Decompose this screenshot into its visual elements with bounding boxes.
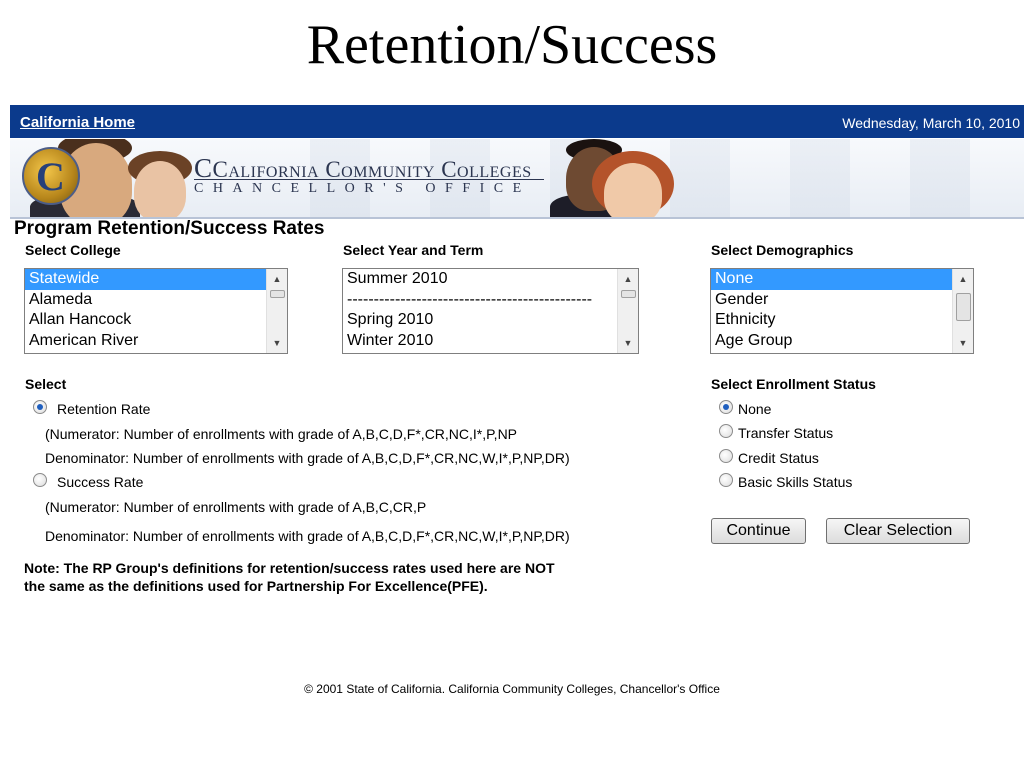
note-line: Note: The RP Group's definitions for ret… bbox=[24, 560, 555, 576]
enrollment-status-label: Select Enrollment Status bbox=[711, 376, 876, 392]
scroll-down-arrow-icon[interactable]: ▼ bbox=[953, 335, 973, 351]
banner-photo-person bbox=[604, 163, 662, 217]
enrollment-none-label: None bbox=[738, 401, 772, 417]
california-home-link[interactable]: California Home bbox=[20, 114, 135, 131]
top-bar: California Home Wednesday, March 10, 201… bbox=[10, 105, 1024, 138]
listbox-option[interactable]: Age Group bbox=[711, 331, 973, 352]
retention-denominator-text: Denominator: Number of enrollments with … bbox=[45, 450, 570, 466]
listbox-option[interactable]: American River bbox=[25, 331, 287, 352]
select-demographics-label: Select Demographics bbox=[711, 242, 854, 258]
retention-rate-label: Retention Rate bbox=[57, 401, 151, 417]
scroll-thumb[interactable] bbox=[621, 290, 636, 298]
listbox-option[interactable]: Gender bbox=[711, 290, 973, 311]
basic-skills-status-label: Basic Skills Status bbox=[738, 474, 853, 490]
scroll-up-arrow-icon[interactable]: ▲ bbox=[953, 271, 973, 287]
credit-status-radio[interactable] bbox=[719, 449, 733, 463]
clear-selection-button[interactable]: Clear Selection bbox=[826, 518, 970, 544]
banner-org-subtitle: CHANCELLOR'S OFFICE bbox=[194, 181, 531, 196]
scroll-up-arrow-icon[interactable]: ▲ bbox=[267, 271, 287, 287]
scroll-thumb[interactable] bbox=[270, 290, 285, 298]
credit-status-label: Credit Status bbox=[738, 450, 819, 466]
cccco-logo-icon bbox=[22, 147, 80, 205]
listbox-option[interactable]: Ethnicity bbox=[711, 310, 973, 331]
scroll-thumb[interactable] bbox=[956, 293, 971, 321]
header-banner: CCalifornia Community Colleges CHANCELLO… bbox=[10, 139, 1024, 219]
listbox-option[interactable]: Spring 2010 bbox=[343, 310, 638, 331]
page-title: Program Retention/Success Rates bbox=[14, 218, 325, 239]
select-college-label: Select College bbox=[25, 242, 121, 258]
basic-skills-status-radio[interactable] bbox=[719, 473, 733, 487]
college-listbox[interactable]: Statewide Alameda Allan Hancock American… bbox=[24, 268, 288, 354]
listbox-separator: ----------------------------------------… bbox=[347, 290, 593, 308]
college-scrollbar[interactable]: ▲ ▼ bbox=[266, 269, 287, 353]
retention-numerator-text: (Numerator: Number of enrollments with g… bbox=[45, 426, 518, 442]
browser-page: California Home Wednesday, March 10, 201… bbox=[10, 103, 1024, 715]
scroll-down-arrow-icon[interactable]: ▼ bbox=[618, 335, 638, 351]
listbox-option[interactable]: Summer 2010 bbox=[343, 269, 638, 290]
term-listbox[interactable]: Summer 2010 ----------------------------… bbox=[342, 268, 639, 354]
pfe-note: Note: The RP Group's definitions for ret… bbox=[24, 559, 644, 595]
success-numerator-text: (Numerator: Number of enrollments with g… bbox=[45, 499, 427, 515]
demographics-listbox[interactable]: None Gender Ethnicity Age Group ▲ ▼ bbox=[710, 268, 974, 354]
transfer-status-radio[interactable] bbox=[719, 424, 733, 438]
enrollment-none-radio[interactable] bbox=[719, 400, 733, 414]
scroll-up-arrow-icon[interactable]: ▲ bbox=[618, 271, 638, 287]
select-term-label: Select Year and Term bbox=[343, 242, 484, 258]
note-line: the same as the definitions used for Par… bbox=[24, 578, 488, 594]
demographics-scrollbar[interactable]: ▲ ▼ bbox=[952, 269, 973, 353]
success-rate-radio[interactable] bbox=[33, 473, 47, 487]
select-rate-label: Select bbox=[25, 376, 67, 392]
success-denominator-text: Denominator: Number of enrollments with … bbox=[45, 528, 570, 544]
term-scrollbar[interactable]: ▲ ▼ bbox=[617, 269, 638, 353]
scroll-down-arrow-icon[interactable]: ▼ bbox=[267, 335, 287, 351]
success-rate-label: Success Rate bbox=[57, 474, 144, 490]
listbox-option[interactable]: Statewide bbox=[25, 269, 266, 290]
transfer-status-label: Transfer Status bbox=[738, 425, 834, 441]
banner-divider bbox=[194, 179, 544, 180]
slide-title: Retention/Success bbox=[306, 14, 718, 76]
retention-rate-radio[interactable] bbox=[33, 400, 47, 414]
banner-photo-person bbox=[134, 161, 186, 217]
continue-button[interactable]: Continue bbox=[711, 518, 806, 544]
current-date: Wednesday, March 10, 2010 bbox=[842, 115, 1020, 131]
listbox-option[interactable]: Winter 2010 bbox=[343, 331, 638, 352]
listbox-option[interactable]: Alameda bbox=[25, 290, 287, 311]
copyright-footer: © 2001 State of California. California C… bbox=[304, 682, 720, 696]
listbox-option[interactable]: None bbox=[711, 269, 952, 290]
listbox-option[interactable]: Allan Hancock bbox=[25, 310, 287, 331]
